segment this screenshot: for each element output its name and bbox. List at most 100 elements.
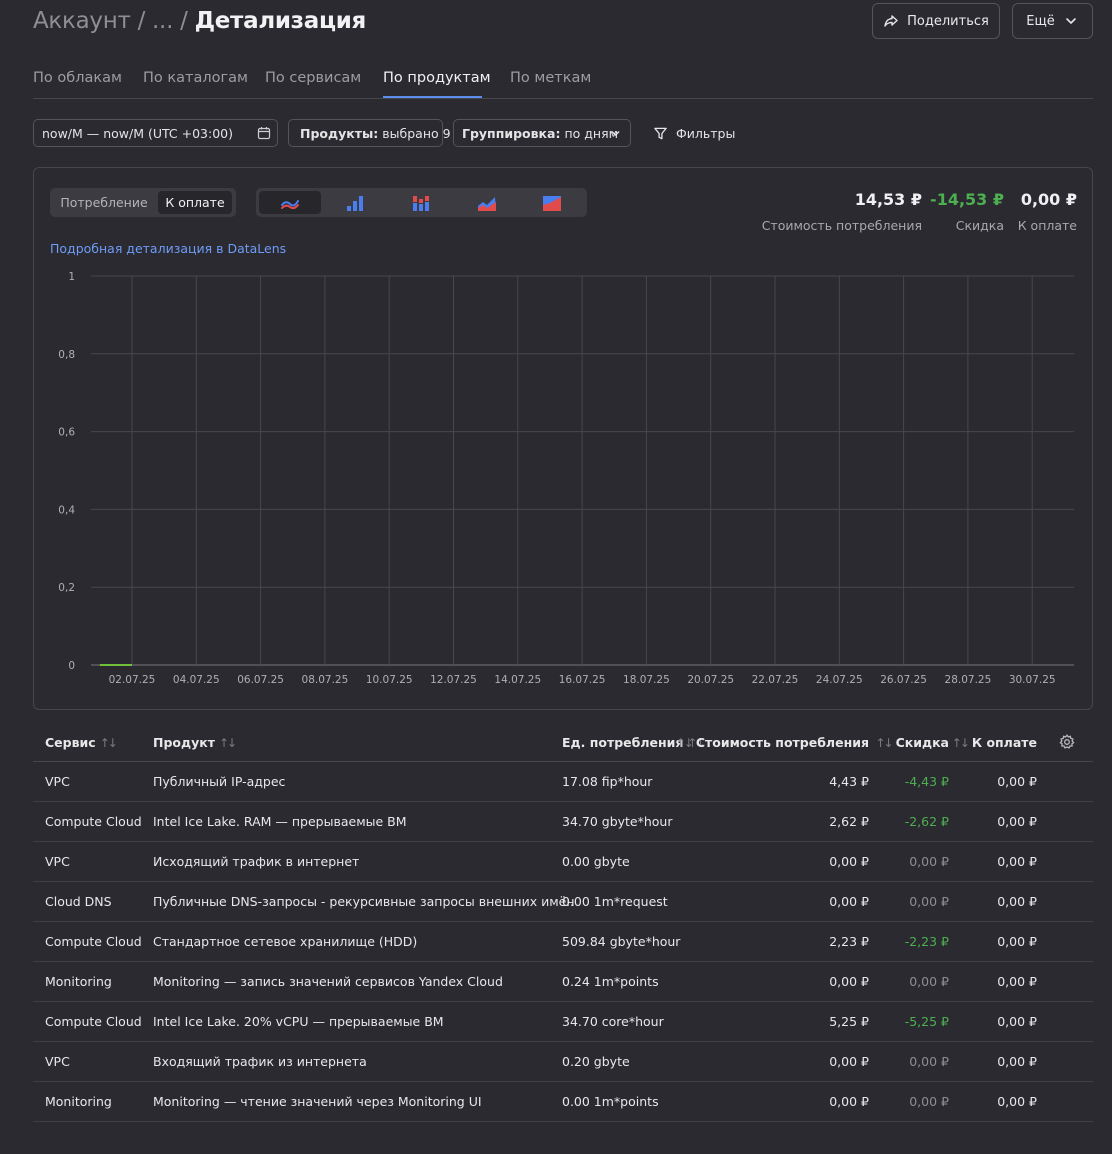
products-filter-value: выбрано 9 xyxy=(382,125,451,141)
x-tick-label: 20.07.25 xyxy=(687,674,734,686)
chart-panel: Потребление К оплате 14,53 ₽ Стоимость п… xyxy=(33,167,1093,710)
cell-cost: 0,00 ₽ xyxy=(829,894,869,909)
column-header-cost[interactable]: ↑↓ Стоимость потребления xyxy=(676,735,869,750)
filters-button[interactable]: Фильтры xyxy=(648,119,744,147)
tab-by-services[interactable]: По сервисам xyxy=(265,70,361,86)
x-tick-label: 10.07.25 xyxy=(366,674,413,686)
column-header-discount[interactable]: ↑↓ Скидка xyxy=(875,735,949,750)
cell-to-pay: 0,00 ₽ xyxy=(997,1094,1037,1109)
x-tick-label: 16.07.25 xyxy=(559,674,606,686)
cell-service: Compute Cloud xyxy=(45,814,142,829)
column-header-discount-label: Скидка xyxy=(895,735,949,750)
products-filter-label: Продукты: xyxy=(300,125,379,141)
sort-icon: ↑↓ xyxy=(951,735,970,750)
table-row[interactable]: VPC Входящий трафик из интернета 0.20 gbyt… xyxy=(33,1042,1093,1082)
products-filter[interactable]: Продукты: выбрано 9 xyxy=(288,119,451,147)
cell-service: VPC xyxy=(45,774,70,789)
cell-service: Cloud DNS xyxy=(45,894,112,909)
cell-unit: 509.84 gbyte*hour xyxy=(562,934,681,949)
breadcrumb: Аккаунт / ... / Детализация xyxy=(33,6,366,36)
cell-product: Intel Ice Lake. 20% vCPU — прерываемые В… xyxy=(153,1014,444,1029)
table-row[interactable]: Compute Cloud Intel Ice Lake. 20% vCPU — … xyxy=(33,1002,1093,1042)
cell-to-pay: 0,00 ₽ xyxy=(997,894,1037,909)
cell-unit: 34.70 gbyte*hour xyxy=(562,814,673,829)
cell-discount: 0,00 ₽ xyxy=(909,1094,949,1109)
cell-product: Входящий трафик из интернета xyxy=(153,1054,367,1069)
column-header-to-pay[interactable]: ↑↓ К оплате xyxy=(952,735,1037,750)
cell-to-pay: 0,00 ₽ xyxy=(997,774,1037,789)
cell-discount: 0,00 ₽ xyxy=(909,974,949,989)
share-button[interactable]: Поделиться xyxy=(872,3,1000,39)
breadcrumb-account-link[interactable]: Аккаунт xyxy=(33,8,131,34)
y-tick-label: 0,8 xyxy=(58,349,75,361)
cell-discount: -4,43 ₽ xyxy=(904,774,949,789)
breadcrumb-separator: / xyxy=(137,8,146,34)
table-row[interactable]: Cloud DNS Публичные DNS-запросы - рекурси… xyxy=(33,882,1093,922)
cell-cost: 0,00 ₽ xyxy=(829,974,869,989)
tab-by-clouds[interactable]: По облакам xyxy=(33,70,122,86)
table-row[interactable]: Monitoring Monitoring — запись значений с… xyxy=(33,962,1093,1002)
cell-unit: 0.00 1m*points xyxy=(562,1094,659,1109)
cell-to-pay: 0,00 ₽ xyxy=(997,1054,1037,1069)
cell-product: Публичный IP-адрес xyxy=(153,774,286,789)
cell-discount: -5,25 ₽ xyxy=(904,1014,949,1029)
cell-cost: 4,43 ₽ xyxy=(829,774,869,789)
page-title: Детализация xyxy=(194,8,367,34)
more-button-label: Ещё xyxy=(1026,13,1055,29)
column-header-unit-label: Ед. потребления xyxy=(562,735,684,750)
table-header: Сервис ↑↓ Продукт ↑↓ Ед. потребления ↑↓ … xyxy=(33,723,1093,762)
sort-icon: ↑↓ xyxy=(99,735,118,750)
cell-to-pay: 0,00 ₽ xyxy=(997,1014,1037,1029)
column-header-product-label: Продукт xyxy=(153,735,215,750)
column-header-product[interactable]: Продукт ↑↓ xyxy=(153,735,237,750)
y-tick-label: 0,6 xyxy=(58,427,75,439)
y-tick-label: 0 xyxy=(68,660,75,672)
x-tick-label: 18.07.25 xyxy=(623,674,670,686)
chevron-down-icon xyxy=(1065,18,1076,25)
gear-icon[interactable] xyxy=(1059,734,1075,750)
cell-discount: 0,00 ₽ xyxy=(909,894,949,909)
chevron-down-icon xyxy=(611,131,620,137)
table-row[interactable]: Compute Cloud Стандартное сетевое хранили… xyxy=(33,922,1093,962)
tab-by-folders[interactable]: По каталогам xyxy=(143,70,248,86)
x-tick-label: 08.07.25 xyxy=(302,674,349,686)
cell-product: Monitoring — чтение значений через Monit… xyxy=(153,1094,482,1109)
cell-to-pay: 0,00 ₽ xyxy=(997,974,1037,989)
cell-discount: 0,00 ₽ xyxy=(909,1054,949,1069)
cell-to-pay: 0,00 ₽ xyxy=(997,934,1037,949)
more-button[interactable]: Ещё xyxy=(1012,3,1093,39)
date-range-value: now/M — now/M (UTC +03:00) xyxy=(42,125,234,141)
cell-unit: 0.20 gbyte xyxy=(562,1054,630,1069)
y-tick-label: 0,4 xyxy=(58,504,75,516)
cell-unit: 17.08 fip*hour xyxy=(562,774,653,789)
x-tick-label: 26.07.25 xyxy=(880,674,927,686)
table-row[interactable]: Monitoring Monitoring — чтение значений ч… xyxy=(33,1082,1093,1122)
cell-unit: 0.00 1m*request xyxy=(562,894,668,909)
share-icon xyxy=(884,15,898,27)
grouping-select[interactable]: Группировка: по дням xyxy=(453,119,631,147)
y-tick-label: 1 xyxy=(68,271,75,283)
cell-unit: 0.00 gbyte xyxy=(562,854,630,869)
tab-by-products[interactable]: По продуктам xyxy=(383,70,491,86)
cell-cost: 2,62 ₽ xyxy=(829,814,869,829)
calendar-icon xyxy=(257,127,271,140)
date-range-picker[interactable]: now/M — now/M (UTC +03:00) xyxy=(33,119,278,147)
tab-by-labels[interactable]: По меткам xyxy=(510,70,591,86)
cell-unit: 34.70 core*hour xyxy=(562,1014,664,1029)
cell-cost: 0,00 ₽ xyxy=(829,1094,869,1109)
cell-cost: 2,23 ₽ xyxy=(829,934,869,949)
breadcrumb-ellipsis[interactable]: ... xyxy=(152,8,173,34)
sort-icon: ↑↓ xyxy=(218,735,237,750)
x-tick-label: 02.07.25 xyxy=(109,674,156,686)
table-row[interactable]: VPC Исходящий трафик в интернет 0.00 gbyte… xyxy=(33,842,1093,882)
filters-button-label: Фильтры xyxy=(676,125,736,141)
cell-to-pay: 0,00 ₽ xyxy=(997,854,1037,869)
x-tick-label: 30.07.25 xyxy=(1009,674,1056,686)
column-header-service-label: Сервис xyxy=(45,735,96,750)
table-row[interactable]: Compute Cloud Intel Ice Lake. RAM — преры… xyxy=(33,802,1093,842)
cell-product: Intel Ice Lake. RAM — прерываемые ВМ xyxy=(153,814,407,829)
cell-service: Compute Cloud xyxy=(45,1014,142,1029)
column-header-service[interactable]: Сервис ↑↓ xyxy=(45,735,118,750)
table-row[interactable]: VPC Публичный IP-адрес 17.08 fip*hour 4,43 … xyxy=(33,762,1093,802)
tabs-bar: По облакам По каталогам По сервисам По п… xyxy=(33,62,1093,99)
